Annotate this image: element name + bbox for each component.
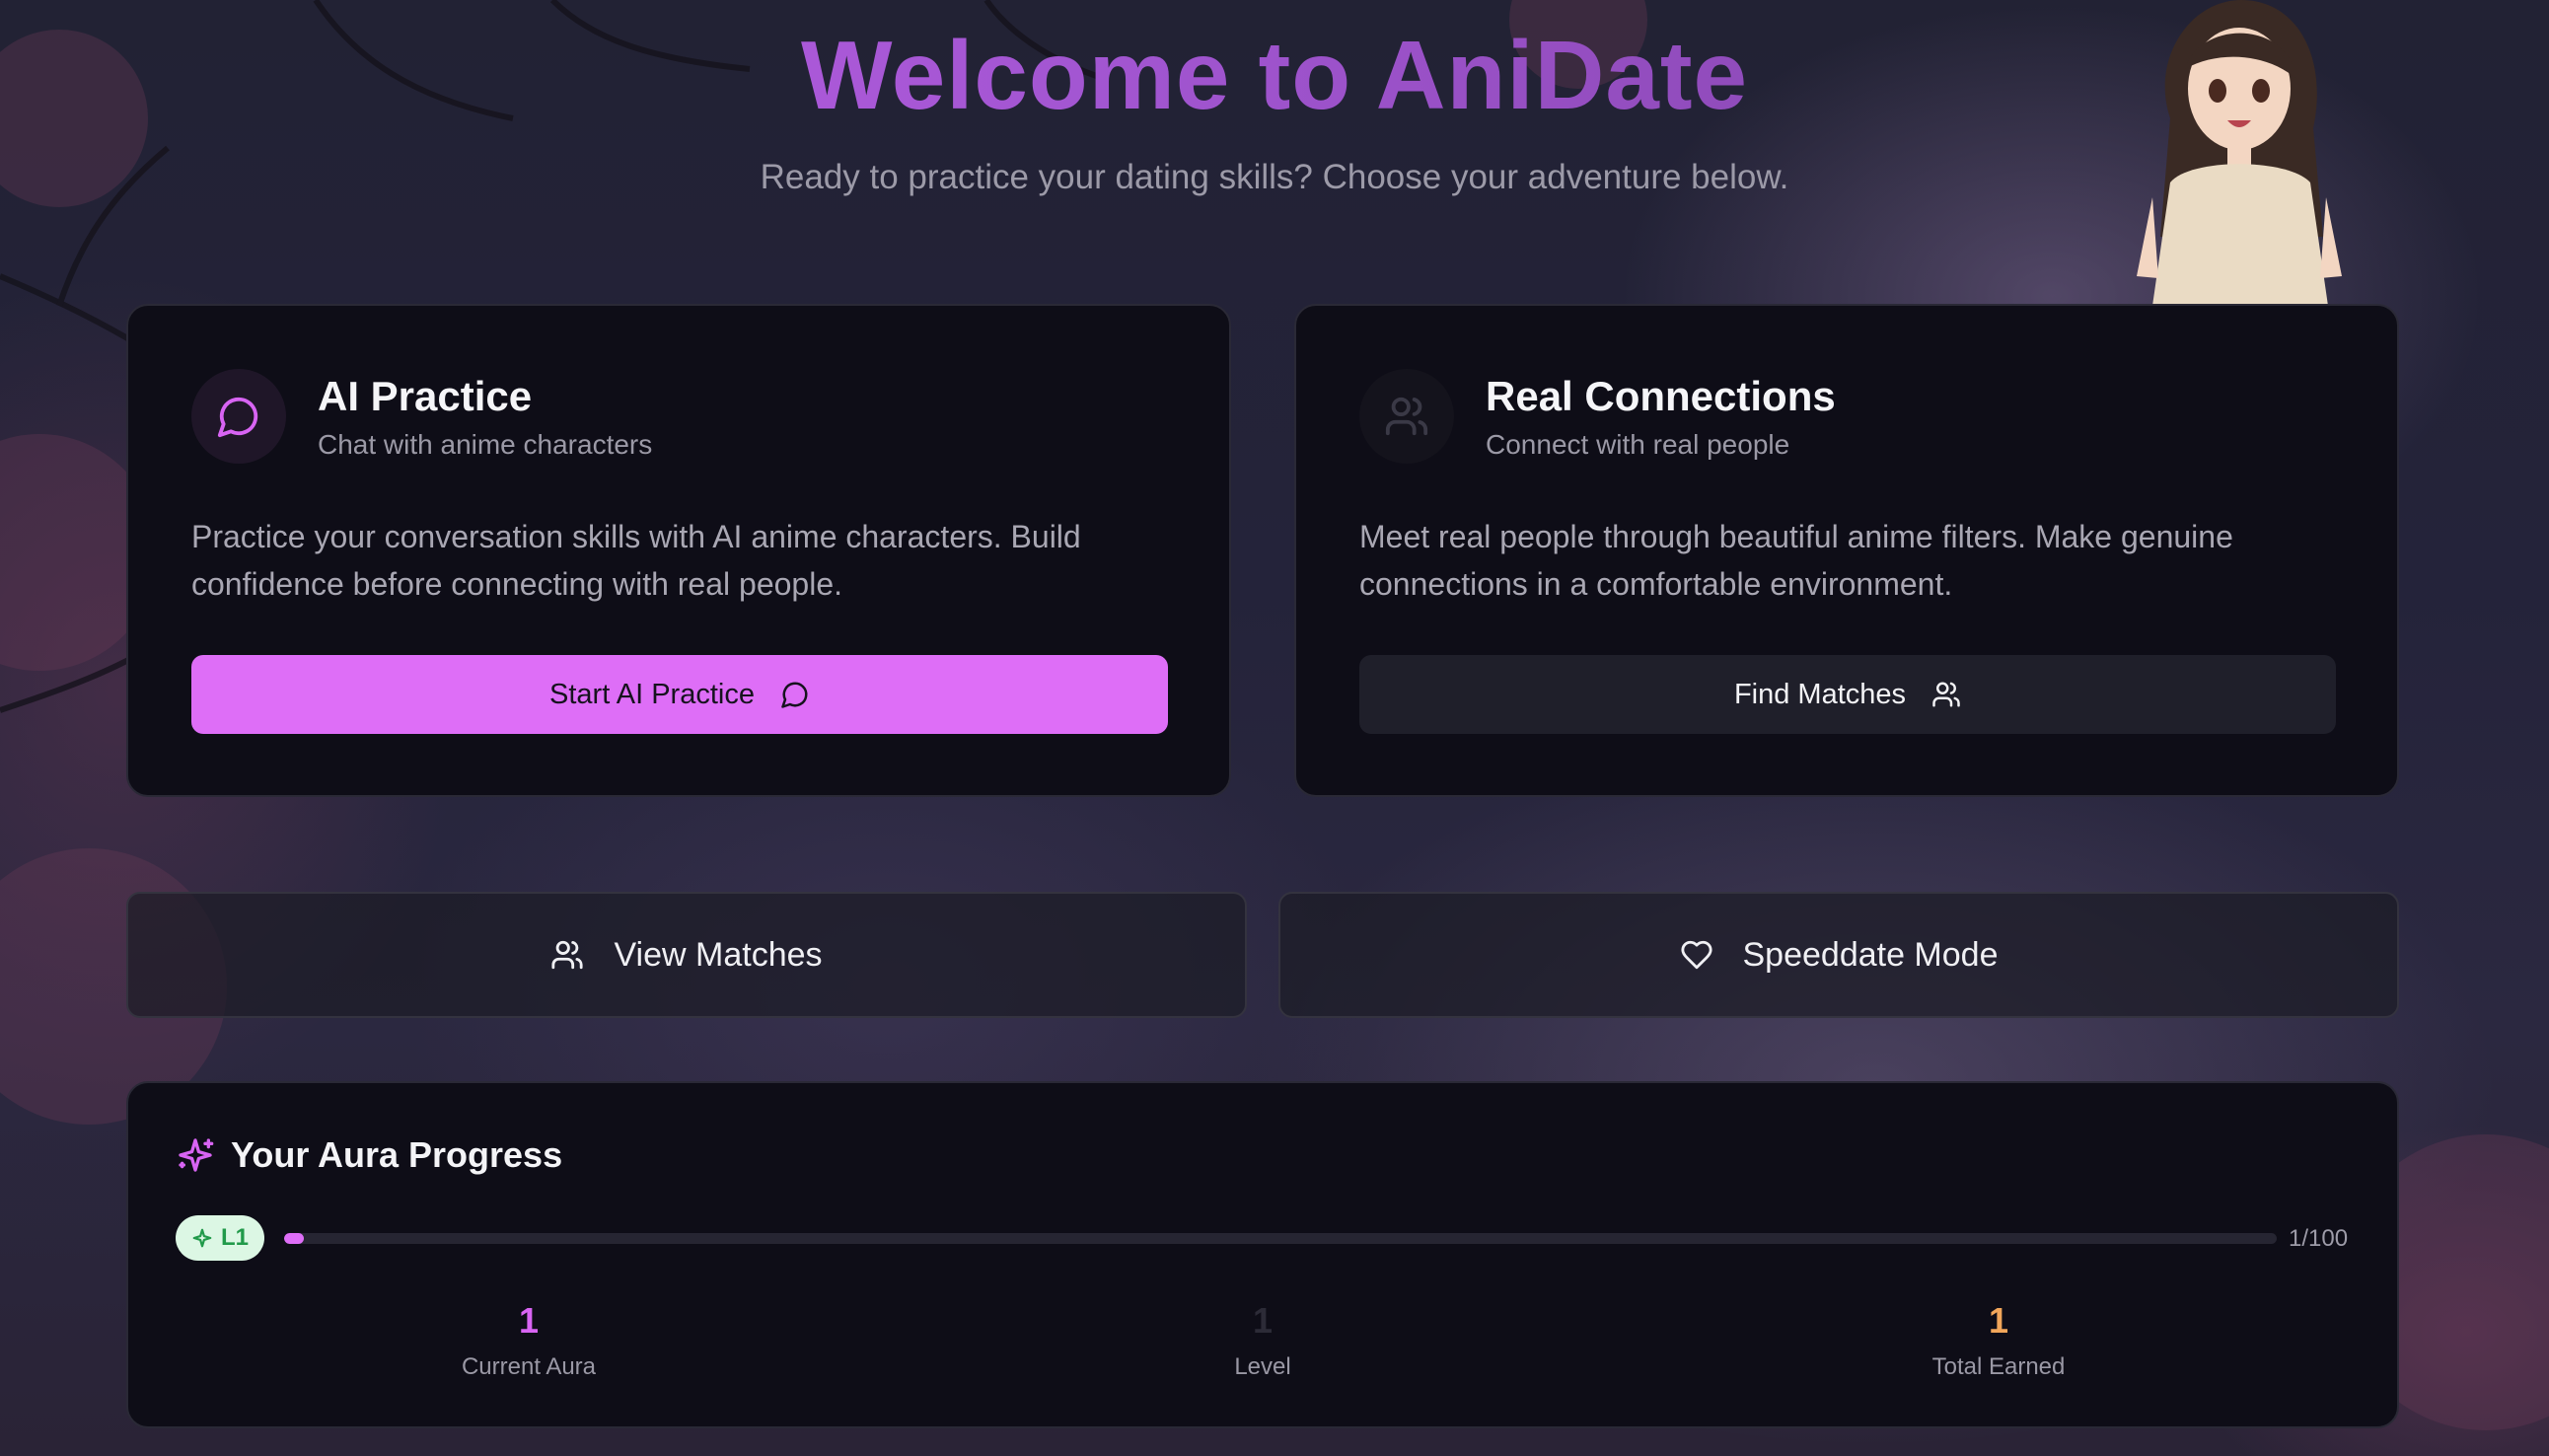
users-icon — [551, 940, 584, 970]
stat-value: 1 — [1988, 1300, 2009, 1341]
button-label: Start AI Practice — [549, 678, 755, 710]
card-title: Real Connections — [1486, 373, 1836, 419]
card-subtitle: Connect with real people — [1486, 429, 1790, 460]
speeddate-mode-button[interactable]: Speeddate Mode — [1278, 892, 2399, 1018]
sparkles-icon — [179, 1138, 214, 1172]
aura-progress-fill — [284, 1233, 305, 1244]
aura-title: Your Aura Progress — [231, 1134, 563, 1175]
card-subtitle: Chat with anime characters — [318, 429, 653, 460]
stat-current-aura: 1 Current Aura — [331, 1300, 726, 1381]
stat-label: Level — [1234, 1353, 1291, 1380]
stat-total-earned: 1 Total Earned — [1801, 1300, 2196, 1381]
ai-practice-card: AI Practice Chat with anime characters P… — [126, 304, 1231, 797]
level-badge-label: L1 — [221, 1224, 250, 1251]
find-matches-button[interactable]: Find Matches — [1359, 655, 2336, 734]
aura-header: Your Aura Progress — [176, 1134, 562, 1176]
users-icon — [1932, 682, 1960, 707]
stat-value: 1 — [518, 1300, 540, 1341]
heart-icon — [1680, 940, 1712, 970]
level-badge: L1 — [176, 1215, 265, 1261]
anime-mascot-illustration — [2137, 0, 2342, 306]
chat-bubble-icon — [191, 369, 286, 464]
stat-label: Total Earned — [1931, 1353, 2066, 1380]
stat-value: 1 — [1252, 1300, 1274, 1341]
button-label: Find Matches — [1733, 678, 1907, 710]
chat-bubble-icon — [781, 682, 808, 708]
users-icon — [1359, 369, 1454, 464]
aura-progress-panel: Your Aura Progress L1 1/100 1 Current Au… — [126, 1081, 2399, 1428]
aura-progress-text: 1/100 — [2289, 1225, 2349, 1252]
real-connections-card: Real Connections Connect with real peopl… — [1294, 304, 2399, 797]
stat-label: Current Aura — [461, 1353, 597, 1380]
card-title: AI Practice — [318, 373, 533, 419]
card-description: Practice your conversation skills with A… — [191, 519, 1081, 602]
card-description: Meet real people through beautiful anime… — [1359, 519, 2233, 602]
view-matches-button[interactable]: View Matches — [126, 892, 1247, 1018]
sparkles-icon — [192, 1228, 212, 1248]
button-label: View Matches — [614, 935, 823, 974]
aura-progress-bar — [284, 1233, 2277, 1244]
button-label: Speeddate Mode — [1742, 935, 1999, 974]
stat-level: 1 Level — [1065, 1300, 1460, 1381]
start-ai-practice-button[interactable]: Start AI Practice — [191, 655, 1168, 734]
